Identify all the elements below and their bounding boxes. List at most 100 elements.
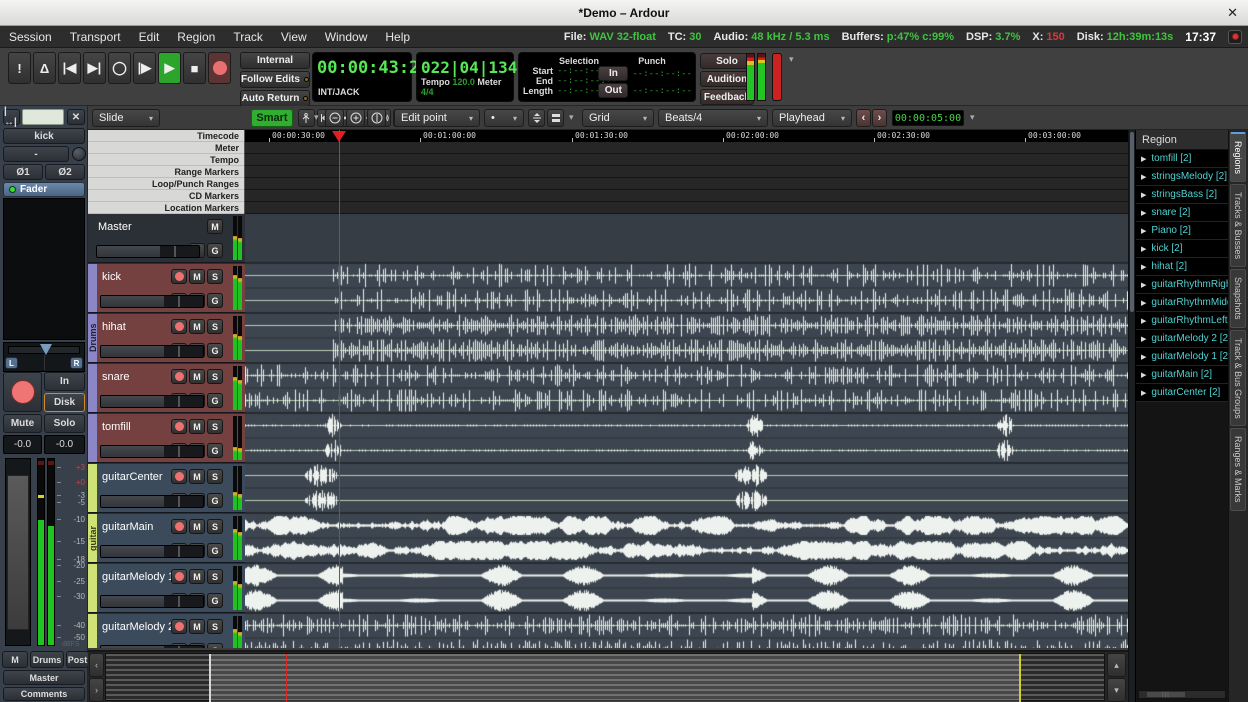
summary-view-rectangle[interactable] — [209, 654, 1021, 702]
panner[interactable]: L R — [3, 342, 85, 372]
ruler-label-cd-markers[interactable]: CD Markers — [88, 190, 244, 202]
region-item[interactable]: ▶guitarMain [2] — [1136, 366, 1228, 384]
track-record-button[interactable] — [171, 269, 187, 284]
track-s-button[interactable]: S — [207, 369, 223, 384]
track-canvas[interactable] — [245, 214, 1128, 648]
track-header-master[interactable]: MasterMGA — [88, 214, 245, 263]
group-strip-drums[interactable] — [88, 264, 97, 312]
track-header-hihat[interactable]: DrumshihatSMGAP — [88, 314, 245, 363]
track-header-guitarmain[interactable]: guitarguitarMainSMGAP — [88, 514, 245, 563]
track-s-button[interactable]: S — [207, 319, 223, 334]
summary-strip[interactable] — [105, 653, 1105, 701]
menu-item-track[interactable]: Track — [224, 30, 272, 44]
track-record-button[interactable] — [171, 569, 187, 584]
strip-width-button[interactable]: |↔| — [3, 109, 20, 125]
ruler-label-timecode[interactable]: Timecode — [88, 130, 244, 142]
track-fader[interactable] — [100, 395, 204, 408]
group-strip-guitar[interactable]: guitar — [88, 514, 97, 562]
expand-triangle-icon[interactable]: ▶ — [1141, 371, 1146, 379]
go-end-button[interactable]: ▶| — [83, 52, 106, 84]
expand-triangle-icon[interactable]: ▶ — [1141, 353, 1146, 361]
solo-button[interactable]: Solo — [44, 414, 85, 433]
track-g-button[interactable]: G — [207, 343, 223, 358]
side-tab-snapshots[interactable]: Snapshots — [1230, 269, 1246, 328]
expand-triangle-icon[interactable]: ▶ — [1141, 263, 1146, 271]
vertical-scrollbar[interactable] — [1128, 130, 1135, 702]
metronome-button[interactable]: Δ — [33, 52, 56, 84]
peak-display[interactable]: -0.0 — [44, 435, 85, 454]
ruler-row-meter[interactable] — [245, 142, 1128, 154]
grab-tool[interactable] — [298, 109, 315, 127]
track-m-button[interactable]: M — [189, 369, 205, 384]
trim-knob[interactable] — [72, 147, 86, 161]
ruler-label-tempo[interactable]: Tempo — [88, 154, 244, 166]
strip-name-entry[interactable] — [22, 109, 64, 125]
edit-point-dropdown[interactable]: Edit point▾ — [394, 109, 480, 127]
track-s-button[interactable]: S — [207, 569, 223, 584]
transport-overflow-chevron[interactable]: ▾ — [789, 54, 794, 65]
tempo-value[interactable]: 120.0 — [452, 77, 475, 87]
track-m-button[interactable]: M — [189, 269, 205, 284]
toolbar-overflow-chevron[interactable]: ▾ — [970, 112, 975, 123]
track-m-button[interactable]: M — [189, 469, 205, 484]
zoom-out-button[interactable] — [325, 109, 344, 127]
menu-item-window[interactable]: Window — [316, 30, 377, 44]
track-fader[interactable] — [100, 645, 204, 648]
menu-item-transport[interactable]: Transport — [61, 30, 130, 44]
track-g-button[interactable]: G — [207, 543, 223, 558]
group-strip-guitar[interactable] — [88, 614, 97, 648]
menu-item-help[interactable]: Help — [376, 30, 419, 44]
track-record-button[interactable] — [171, 369, 187, 384]
region-hscrollbar-thumb[interactable]: ||| — [1147, 692, 1185, 697]
track-fader[interactable] — [100, 545, 204, 558]
go-start-button[interactable]: |◀ — [58, 52, 81, 84]
ruler-row-location-markers[interactable] — [245, 202, 1128, 214]
scroll-down-button[interactable]: ▾ — [1107, 678, 1126, 702]
play-range-button[interactable]: |▶ — [133, 52, 156, 84]
expand-triangle-icon[interactable]: ▶ — [1141, 317, 1146, 325]
region-item[interactable]: ▶guitarMelody 1 [2] — [1136, 348, 1228, 366]
grid-unit-dropdown[interactable]: Beats/4▾ — [658, 109, 768, 127]
close-icon[interactable]: ✕ — [1227, 5, 1238, 21]
track-m-button[interactable]: M — [189, 619, 205, 634]
track-header-guitarmelody-2[interactable]: guitarMelody 2SMGAP — [88, 614, 245, 648]
strip-track-button[interactable]: kick — [3, 128, 85, 144]
expand-triangle-icon[interactable]: ▶ — [1141, 245, 1146, 253]
loop-button[interactable]: ◯ — [108, 52, 131, 84]
group-strip-drums[interactable] — [88, 414, 97, 462]
region-item[interactable]: ▶kick [2] — [1136, 240, 1228, 258]
edit-mode-dropdown[interactable]: Slide▾ — [92, 109, 160, 127]
track-s-button[interactable]: S — [207, 519, 223, 534]
region-item[interactable]: ▶guitarRhythmLeft [2] — [1136, 312, 1228, 330]
track-g-button[interactable]: G — [207, 293, 223, 308]
scroll-right-button[interactable]: › — [89, 678, 104, 702]
ruler-row-loop-punch-ranges[interactable] — [245, 178, 1128, 190]
expand-triangle-icon[interactable]: ▶ — [1141, 335, 1146, 343]
region-hscrollbar[interactable]: ||| — [1138, 690, 1226, 699]
region-item[interactable]: ▶stringsMelody [2] — [1136, 168, 1228, 186]
zoom-chevron[interactable]: ▾ — [569, 112, 574, 123]
playhead-line[interactable] — [339, 130, 340, 648]
ruler-area[interactable]: 00:00:30:0000:01:00:0000:01:30:0000:02:0… — [245, 130, 1128, 214]
track-fader[interactable] — [100, 495, 204, 508]
panner-handle[interactable] — [40, 344, 52, 355]
menu-item-session[interactable]: Session — [0, 30, 61, 44]
group-strip-drums[interactable] — [88, 364, 97, 412]
menu-item-edit[interactable]: Edit — [130, 30, 169, 44]
gain-display[interactable]: -0.0 — [3, 435, 42, 454]
track-header-guitarmelody-1[interactable]: guitarMelody 1SMGAP — [88, 564, 245, 613]
track-header-tomfill[interactable]: tomfillSMGAP — [88, 414, 245, 463]
ruler-row-cd-markers[interactable] — [245, 190, 1128, 202]
record-button[interactable] — [208, 52, 231, 84]
track-m-button[interactable]: M — [189, 419, 205, 434]
track-g-button[interactable]: G — [207, 493, 223, 508]
ruler-label-range-markers[interactable]: Range Markers — [88, 166, 244, 178]
track-m-button[interactable]: M — [189, 519, 205, 534]
region-item[interactable]: ▶hihat [2] — [1136, 258, 1228, 276]
scroll-left-button[interactable]: ‹ — [89, 653, 104, 677]
track-g-button[interactable]: G — [207, 393, 223, 408]
zoom-fit-button[interactable] — [367, 109, 386, 127]
side-tab-track-bus-groups[interactable]: Track & Bus Groups — [1230, 330, 1246, 427]
zoom-in-button[interactable] — [346, 109, 365, 127]
ruler-row-range-markers[interactable] — [245, 166, 1128, 178]
